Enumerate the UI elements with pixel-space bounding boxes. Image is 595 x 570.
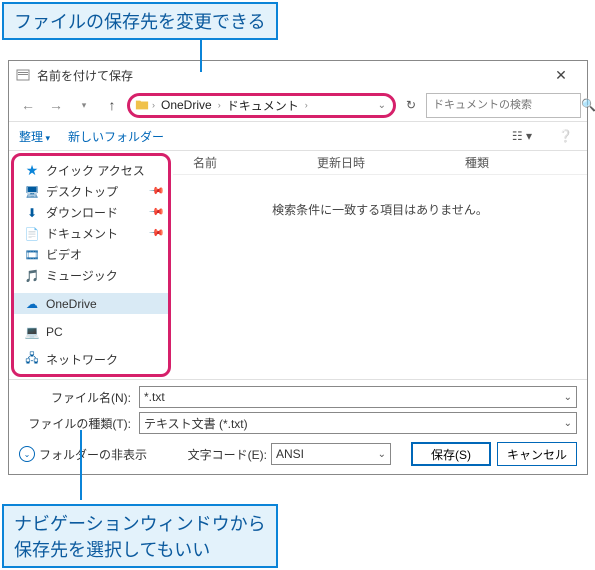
pc-icon: 💻 bbox=[24, 324, 40, 340]
nav-music[interactable]: 🎵 ミュージック bbox=[14, 265, 168, 286]
address-dropdown-icon[interactable]: ⌄ bbox=[375, 100, 389, 111]
filetype-label: ファイルの種類(T): bbox=[19, 415, 139, 432]
breadcrumb-sep: › bbox=[218, 100, 221, 110]
pin-icon: 📌 bbox=[147, 183, 164, 200]
desktop-icon: 🖥 bbox=[24, 184, 40, 200]
music-icon: 🎵 bbox=[24, 268, 40, 284]
column-headers: 名前 更新日時 種類 bbox=[173, 151, 587, 175]
nav-label: OneDrive bbox=[46, 297, 97, 311]
save-button[interactable]: 保存(S) bbox=[411, 442, 491, 466]
encoding-label: 文字コード(E): bbox=[188, 446, 267, 463]
nav-label: ドキュメント bbox=[46, 225, 118, 242]
encoding-select[interactable]: ANSI ⌄ bbox=[271, 443, 391, 465]
callout-bottom: ナビゲーションウィンドウから 保存先を選択してもいい bbox=[2, 504, 278, 568]
address-bar[interactable]: › OneDrive › ドキュメント › ⌄ bbox=[127, 93, 396, 118]
callout-bottom-line1: ナビゲーションウィンドウから bbox=[14, 510, 266, 536]
video-icon: 🎞 bbox=[24, 247, 40, 263]
title-bar: 名前を付けて保存 ✕ bbox=[9, 61, 587, 89]
empty-message: 検索条件に一致する項目はありません。 bbox=[173, 175, 587, 379]
app-icon bbox=[15, 67, 31, 83]
up-button[interactable]: ↑ bbox=[99, 93, 125, 117]
quick-access-icon: ★ bbox=[24, 163, 40, 179]
col-name[interactable]: 名前 bbox=[193, 154, 217, 171]
connector-bottom bbox=[80, 430, 82, 500]
nav-label: クイック アクセス bbox=[46, 162, 145, 179]
network-icon: 🖧 bbox=[24, 352, 40, 368]
documents-icon: 📄 bbox=[24, 226, 40, 242]
filetype-select[interactable]: テキスト文書 (*.txt) ⌄ bbox=[139, 412, 577, 434]
window-title: 名前を付けて保存 bbox=[37, 67, 133, 84]
chevron-down-icon: ⌄ bbox=[564, 392, 572, 403]
nav-label: ミュージック bbox=[46, 267, 118, 284]
save-dialog: 名前を付けて保存 ✕ ← → ▾ ↑ › OneDrive › ドキュメント ›… bbox=[8, 60, 588, 475]
nav-quick-access[interactable]: ★ クイック アクセス bbox=[14, 160, 168, 181]
folder-icon bbox=[134, 98, 150, 112]
toolbar: 整理 新しいフォルダー ☷ ▾ ❔ bbox=[9, 121, 587, 151]
view-options-icon[interactable]: ☷ ▾ bbox=[508, 127, 536, 145]
body-area: ★ クイック アクセス 🖥 デスクトップ 📌 ⬇ ダウンロード 📌 📄 ドキュメ… bbox=[9, 151, 587, 379]
nav-label: ネットワーク bbox=[46, 351, 118, 368]
nav-documents[interactable]: 📄 ドキュメント 📌 bbox=[14, 223, 168, 244]
cancel-button[interactable]: キャンセル bbox=[497, 442, 577, 466]
navigation-row: ← → ▾ ↑ › OneDrive › ドキュメント › ⌄ ↻ 🔍 bbox=[9, 89, 587, 121]
col-modified[interactable]: 更新日時 bbox=[317, 154, 365, 171]
callout-top: ファイルの保存先を変更できる bbox=[2, 2, 278, 40]
nav-label: デスクトップ bbox=[46, 183, 118, 200]
help-icon[interactable]: ❔ bbox=[554, 127, 577, 145]
search-input[interactable] bbox=[427, 99, 581, 111]
nav-pc[interactable]: 💻 PC bbox=[14, 321, 168, 342]
breadcrumb-1[interactable]: OneDrive bbox=[157, 98, 216, 112]
breadcrumb-sep: › bbox=[305, 100, 308, 110]
filename-input[interactable]: *.txt ⌄ bbox=[139, 386, 577, 408]
refresh-button[interactable]: ↻ bbox=[398, 93, 424, 118]
pin-icon: 📌 bbox=[147, 225, 164, 242]
callout-bottom-line2: 保存先を選択してもいい bbox=[14, 536, 266, 562]
nav-downloads[interactable]: ⬇ ダウンロード 📌 bbox=[14, 202, 168, 223]
history-dropdown[interactable]: ▾ bbox=[71, 93, 97, 117]
organize-menu[interactable]: 整理 bbox=[19, 128, 50, 145]
nav-desktop[interactable]: 🖥 デスクトップ 📌 bbox=[14, 181, 168, 202]
search-icon[interactable]: 🔍 bbox=[581, 98, 595, 112]
chevron-down-icon: ⌄ bbox=[564, 418, 572, 429]
forward-button[interactable]: → bbox=[43, 93, 69, 117]
nav-label: ダウンロード bbox=[46, 204, 118, 221]
search-box[interactable]: 🔍 bbox=[426, 93, 581, 118]
new-folder-button[interactable]: 新しいフォルダー bbox=[68, 128, 164, 145]
nav-onedrive[interactable]: ☁ OneDrive bbox=[14, 293, 168, 314]
back-button[interactable]: ← bbox=[15, 93, 41, 117]
filename-label: ファイル名(N): bbox=[19, 389, 139, 406]
footer-form: ファイル名(N): *.txt ⌄ ファイルの種類(T): テキスト文書 (*.… bbox=[9, 379, 587, 474]
hide-folders-toggle[interactable]: ⌄ フォルダーの非表示 bbox=[19, 446, 147, 463]
breadcrumb-2[interactable]: ドキュメント bbox=[223, 97, 303, 114]
breadcrumb-sep: › bbox=[152, 100, 155, 110]
file-list-area: 名前 更新日時 種類 検索条件に一致する項目はありません。 bbox=[173, 151, 587, 379]
download-icon: ⬇ bbox=[24, 205, 40, 221]
nav-network[interactable]: 🖧 ネットワーク bbox=[14, 349, 168, 370]
chevron-down-icon: ⌄ bbox=[378, 449, 386, 460]
callout-top-text: ファイルの保存先を変更できる bbox=[14, 12, 266, 32]
nav-videos[interactable]: 🎞 ビデオ bbox=[14, 244, 168, 265]
pin-icon: 📌 bbox=[147, 204, 164, 221]
nav-label: PC bbox=[46, 325, 63, 339]
navigation-pane: ★ クイック アクセス 🖥 デスクトップ 📌 ⬇ ダウンロード 📌 📄 ドキュメ… bbox=[11, 153, 171, 377]
col-type[interactable]: 種類 bbox=[465, 154, 489, 171]
chevron-down-icon: ⌄ bbox=[19, 446, 35, 462]
onedrive-icon: ☁ bbox=[24, 296, 40, 312]
nav-label: ビデオ bbox=[46, 246, 82, 263]
close-button[interactable]: ✕ bbox=[541, 63, 581, 87]
